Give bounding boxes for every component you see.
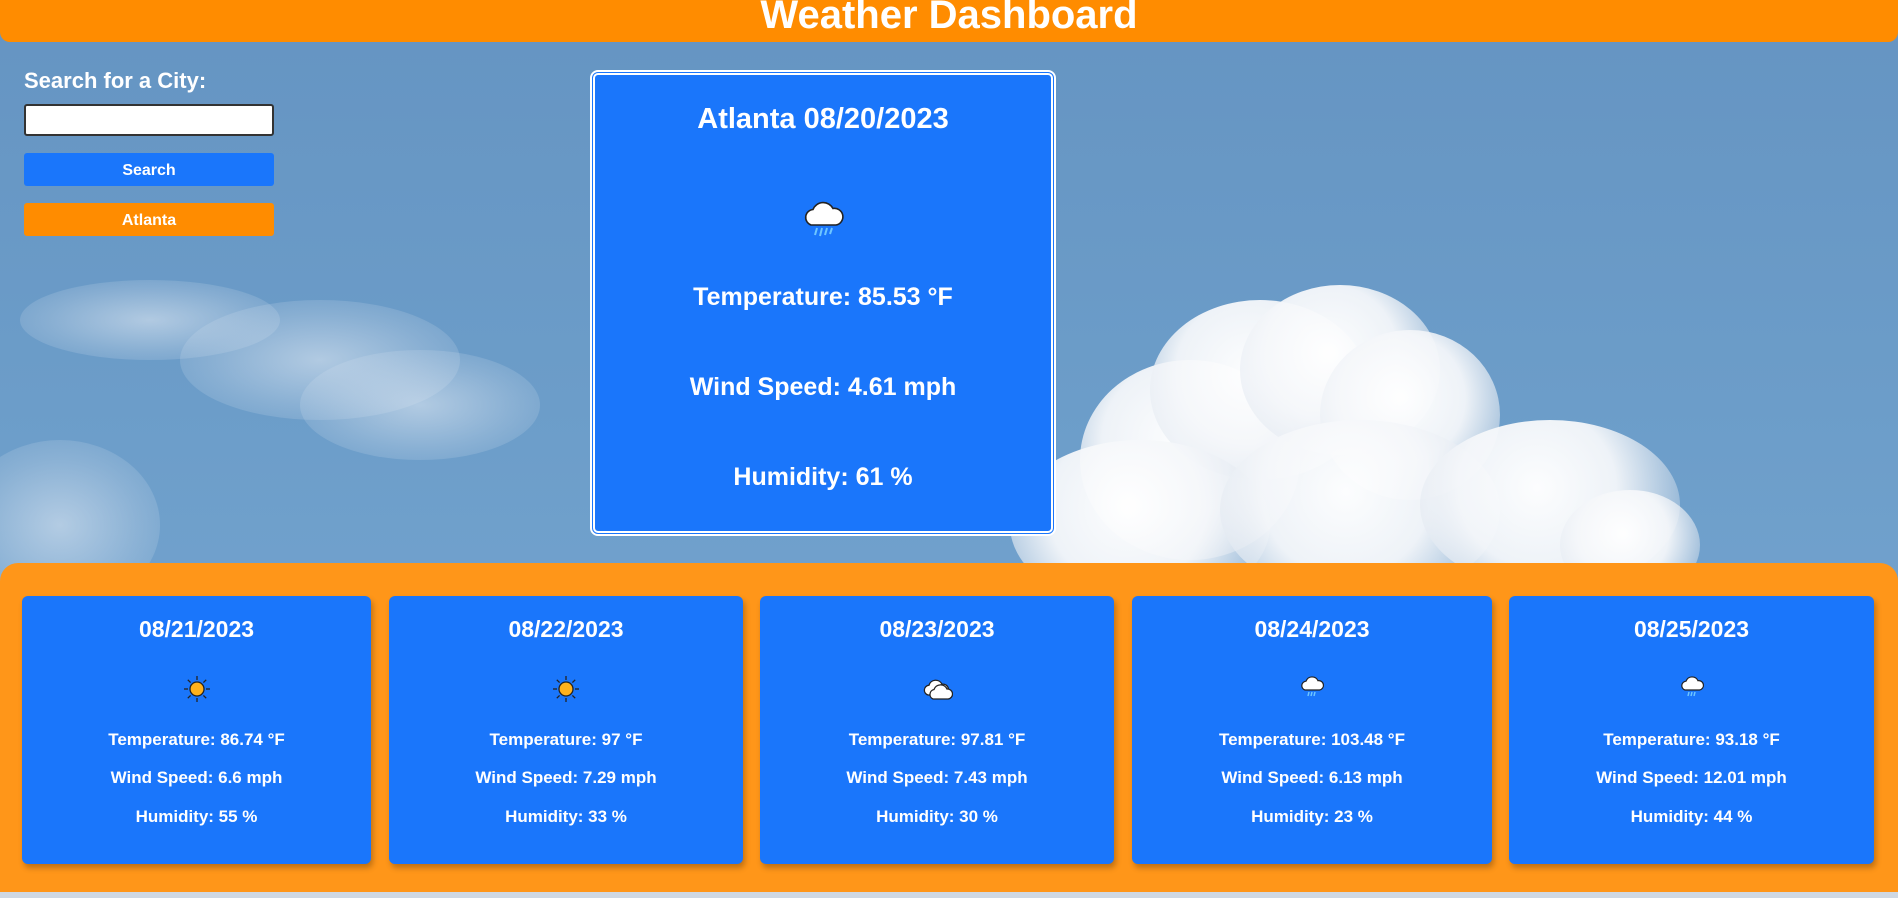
forecast-wind-speed: Wind Speed: 7.43 mph bbox=[846, 768, 1028, 787]
forecast-card: 08/24/2023 Temperature: 103.48 °F Wind S… bbox=[1132, 596, 1492, 864]
city-search-input[interactable] bbox=[24, 104, 274, 136]
forecast-humidity: Humidity: 44 % bbox=[1630, 807, 1753, 826]
forecast-date: 08/22/2023 bbox=[508, 616, 624, 642]
clouds-icon bbox=[921, 679, 954, 708]
search-button[interactable]: Search bbox=[24, 153, 274, 186]
forecast-wind-speed: Wind Speed: 6.6 mph bbox=[110, 768, 283, 787]
sun-icon bbox=[551, 676, 581, 708]
current-weather-card: Atlanta 08/20/2023 Temperature: 85.53 °F… bbox=[590, 70, 1056, 536]
search-panel: Search for a City: Search Atlanta bbox=[24, 68, 274, 236]
forecast-humidity: Humidity: 23 % bbox=[1251, 807, 1373, 826]
app-header: Weather Dashboard bbox=[0, 0, 1898, 42]
forecast-temperature: Temperature: 93.18 °F bbox=[1603, 730, 1780, 749]
rain-cloud-icon bbox=[1299, 676, 1325, 704]
forecast-humidity: Humidity: 55 % bbox=[135, 807, 258, 826]
forecast-wind-speed: Wind Speed: 6.13 mph bbox=[1221, 768, 1403, 787]
sun-icon bbox=[182, 676, 212, 708]
rain-cloud-icon bbox=[798, 201, 848, 249]
history-button-atlanta[interactable]: Atlanta bbox=[24, 203, 274, 236]
current-temperature: Temperature: 85.53 °F bbox=[693, 283, 953, 311]
forecast-card: 08/22/2023 Temperature: 97 °F Wind Speed… bbox=[389, 596, 743, 864]
forecast-date: 08/21/2023 bbox=[138, 616, 255, 642]
forecast-date: 08/24/2023 bbox=[1254, 616, 1370, 642]
forecast-temperature: Temperature: 97.81 °F bbox=[848, 730, 1026, 749]
current-city-date: Atlanta 08/20/2023 bbox=[697, 103, 949, 135]
forecast-wind-speed: Wind Speed: 7.29 mph bbox=[475, 768, 657, 787]
page-bottom-edge bbox=[0, 892, 1898, 898]
current-humidity: Humidity: 61 % bbox=[733, 463, 913, 491]
forecast-wind-speed: Wind Speed: 12.01 mph bbox=[1596, 768, 1787, 787]
forecast-humidity: Humidity: 30 % bbox=[876, 807, 998, 826]
forecast-temperature: Temperature: 86.74 °F bbox=[108, 730, 285, 749]
forecast-temperature: Temperature: 97 °F bbox=[489, 730, 643, 749]
forecast-date: 08/23/2023 bbox=[879, 616, 995, 642]
forecast-section: 08/21/2023 Temperature: 86.74 °F Wind Sp… bbox=[0, 563, 1898, 898]
forecast-temperature: Temperature: 103.48 °F bbox=[1218, 730, 1405, 749]
forecast-date: 08/25/2023 bbox=[1633, 616, 1750, 642]
forecast-card: 08/21/2023 Temperature: 86.74 °F Wind Sp… bbox=[22, 596, 371, 864]
search-label: Search for a City: bbox=[24, 68, 207, 93]
page-title: Weather Dashboard bbox=[760, 0, 1138, 37]
forecast-humidity: Humidity: 33 % bbox=[505, 807, 627, 826]
current-wind-speed: Wind Speed: 4.61 mph bbox=[689, 373, 957, 401]
forecast-card: 08/25/2023 Temperature: 93.18 °F Wind Sp… bbox=[1509, 596, 1874, 864]
rain-cloud-icon bbox=[1679, 676, 1705, 704]
forecast-card: 08/23/2023 Temperature: 97.81 °F Wind Sp… bbox=[760, 596, 1114, 864]
